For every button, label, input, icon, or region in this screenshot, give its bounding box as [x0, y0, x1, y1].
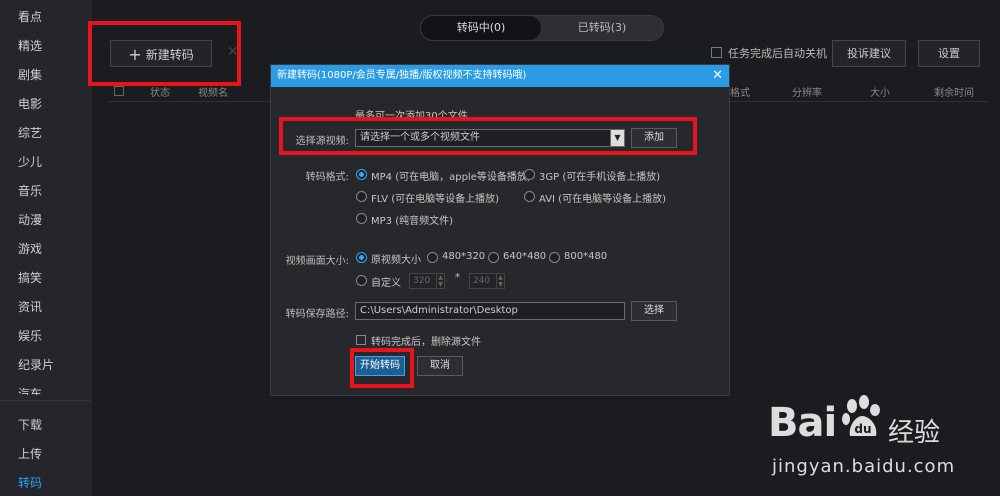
- highlight-box-new: [88, 21, 241, 86]
- baidu-watermark: Bai du 经验 jingyan.baidu.com: [768, 386, 993, 491]
- auto-shutdown-label: 任务完成后自动关机: [728, 47, 827, 60]
- custom-width-stepper[interactable]: 320 ▲ ▼: [409, 273, 445, 289]
- col-video-name: 视频名: [198, 88, 228, 99]
- svg-text:du: du: [854, 422, 871, 436]
- sidebar-item-zixun[interactable]: 资讯: [18, 298, 42, 315]
- sidebar-item-kandian[interactable]: 看点: [18, 8, 42, 25]
- sidebar-item-dianying[interactable]: 电影: [18, 95, 42, 112]
- sidebar-item-gaoxiao[interactable]: 搞笑: [18, 269, 42, 286]
- radio-800x480[interactable]: [549, 252, 560, 263]
- cancel-button[interactable]: 取消: [417, 356, 463, 376]
- select-all-checkbox[interactable]: [114, 86, 124, 96]
- tab-converted[interactable]: 已转码(3): [541, 16, 663, 40]
- watermark-url: jingyan.baidu.com: [772, 456, 956, 477]
- sidebar-item-qiche[interactable]: 汽车: [18, 385, 42, 395]
- radio-480x320[interactable]: [427, 252, 438, 263]
- save-path-input[interactable]: C:\Users\Administrator\Desktop: [355, 302, 625, 320]
- sidebar-item-yule[interactable]: 娱乐: [18, 327, 42, 344]
- radio-original-size[interactable]: [356, 252, 367, 263]
- convert-tabs: 转码中(0) 已转码(3): [420, 15, 664, 41]
- size-custom-label: 自定义: [371, 278, 401, 289]
- col-resolution: 分辨率: [792, 88, 822, 99]
- auto-shutdown-checkbox[interactable]: [711, 47, 722, 58]
- col-status: 状态: [150, 88, 170, 99]
- radio-avi[interactable]: [524, 191, 535, 202]
- size-label: 视频画面大小:: [285, 256, 349, 267]
- sidebar-item-juji[interactable]: 剧集: [18, 66, 42, 83]
- delete-source-label: 转码完成后，删除源文件: [371, 337, 481, 348]
- format-mp3-label: MP3 (纯音频文件): [371, 216, 454, 227]
- sidebar-item-upload[interactable]: 上传: [18, 445, 42, 462]
- baidu-paw-icon: du: [842, 395, 880, 436]
- col-remaining: 剩余时间: [934, 88, 974, 99]
- sidebar-item-convert[interactable]: 转码: [18, 474, 42, 491]
- format-label: 转码格式:: [305, 172, 349, 183]
- sidebar-item-yinyue[interactable]: 音乐: [18, 182, 42, 199]
- col-format: 格式: [730, 88, 750, 99]
- close-icon[interactable]: ✕: [712, 65, 723, 87]
- feedback-button[interactable]: 投诉建议: [832, 40, 906, 67]
- sidebar-item-download[interactable]: 下载: [18, 416, 42, 433]
- radio-mp4[interactable]: [356, 169, 367, 180]
- settings-button[interactable]: 设置: [918, 40, 980, 67]
- size-original-label: 原视频大小: [371, 255, 421, 266]
- radio-640x480[interactable]: [488, 252, 499, 263]
- col-size: 大小: [870, 88, 890, 99]
- delete-source-checkbox[interactable]: [356, 335, 366, 345]
- size-480-label: 480*320: [442, 251, 486, 262]
- radio-mp3[interactable]: [356, 213, 367, 224]
- dialog-title: 新建转码(1080P/会员专属/独播/版权视频不支持转码哦): [271, 65, 729, 87]
- tab-converting[interactable]: 转码中(0): [421, 16, 541, 40]
- sidebar-divider: [0, 400, 92, 401]
- sidebar-item-zongyi[interactable]: 综艺: [18, 124, 42, 141]
- sidebar-item-shaoer[interactable]: 少儿: [18, 153, 42, 170]
- watermark-brand-cn: 经验: [888, 418, 941, 448]
- sidebar-item-jilupian[interactable]: 纪录片: [18, 356, 54, 373]
- highlight-box-start: [350, 348, 414, 388]
- highlight-box-source: [279, 117, 697, 155]
- choose-path-button[interactable]: 选择: [631, 301, 677, 321]
- size-640-label: 640*480: [503, 251, 547, 262]
- stepper-arrows-icon[interactable]: ▲ ▼: [496, 274, 504, 288]
- custom-height-value: 240: [473, 276, 491, 286]
- size-800-label: 800*480: [564, 251, 608, 262]
- custom-height-stepper[interactable]: 240 ▲ ▼: [469, 273, 505, 289]
- sidebar-item-youxi[interactable]: 游戏: [18, 240, 42, 257]
- new-convert-dialog: 新建转码(1080P/会员专属/独播/版权视频不支持转码哦) ✕ 最多可一次添加…: [270, 64, 730, 396]
- radio-flv[interactable]: [356, 191, 367, 202]
- custom-width-value: 320: [413, 276, 431, 286]
- watermark-brand: Bai: [768, 400, 837, 446]
- custom-separator: *: [455, 272, 460, 283]
- format-avi-label: AVI (可在电脑等设备上播放): [539, 194, 666, 205]
- sidebar-item-dongman[interactable]: 动漫: [18, 211, 42, 228]
- sidebar-item-jingxuan[interactable]: 精选: [18, 37, 42, 54]
- format-3gp-label: 3GP (可在手机设备上播放): [539, 172, 661, 183]
- sidebar: 看点 精选 剧集 电影 综艺 少儿 音乐 动漫 游戏 搞笑 资讯 娱乐 纪录片 …: [0, 0, 92, 496]
- stepper-arrows-icon[interactable]: ▲ ▼: [436, 274, 444, 288]
- radio-custom-size[interactable]: [356, 275, 367, 286]
- path-label: 转码保存路径:: [285, 309, 349, 320]
- radio-3gp[interactable]: [524, 169, 535, 180]
- format-flv-label: FLV (可在电脑等设备上播放): [371, 194, 500, 205]
- format-mp4-label: MP4 (可在电脑，apple等设备播放): [371, 172, 531, 183]
